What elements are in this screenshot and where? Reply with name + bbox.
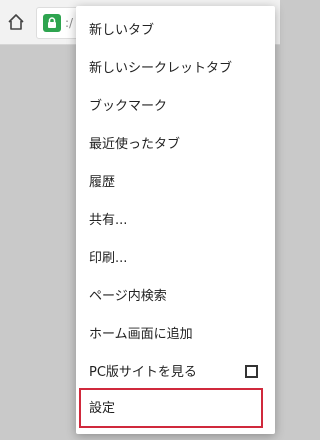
menu-item-desktop-site[interactable]: PC版サイトを見る bbox=[76, 355, 275, 392]
menu-item-label: 履歴 bbox=[89, 175, 116, 190]
menu-item-add-to-home-screen[interactable]: ホーム画面に追加 bbox=[76, 317, 275, 354]
url-text: :/ bbox=[65, 16, 74, 30]
overflow-menu: 新しいタブ 新しいシークレットタブ ブックマーク 最近使ったタブ 履歴 共有..… bbox=[76, 6, 275, 434]
menu-item-bookmarks[interactable]: ブックマーク bbox=[76, 89, 275, 126]
menu-item-label: ホーム画面に追加 bbox=[89, 327, 193, 342]
home-icon[interactable] bbox=[6, 12, 26, 32]
menu-item-label: 共有... bbox=[89, 213, 128, 228]
menu-item-label: 印刷... bbox=[89, 251, 128, 266]
lock-icon bbox=[43, 14, 61, 32]
menu-item-print[interactable]: 印刷... bbox=[76, 241, 275, 278]
menu-item-label: ブックマーク bbox=[89, 99, 168, 114]
menu-item-history[interactable]: 履歴 bbox=[76, 165, 275, 202]
menu-item-find-in-page[interactable]: ページ内検索 bbox=[76, 279, 275, 316]
menu-item-new-tab[interactable]: 新しいタブ bbox=[76, 13, 275, 50]
menu-item-label: 設定 bbox=[89, 401, 116, 416]
desktop-site-checkbox[interactable] bbox=[245, 365, 258, 378]
menu-item-label: 新しいシークレットタブ bbox=[89, 61, 233, 76]
menu-item-new-incognito-tab[interactable]: 新しいシークレットタブ bbox=[76, 51, 275, 88]
menu-item-label: ページ内検索 bbox=[89, 289, 167, 304]
menu-item-label: 新しいタブ bbox=[89, 23, 155, 38]
menu-item-share[interactable]: 共有... bbox=[76, 203, 275, 240]
menu-item-settings[interactable]: 設定 bbox=[76, 391, 275, 428]
menu-item-recent-tabs[interactable]: 最近使ったタブ bbox=[76, 127, 275, 164]
menu-item-label: 最近使ったタブ bbox=[89, 137, 181, 152]
menu-item-label: PC版サイトを見る bbox=[89, 365, 197, 380]
